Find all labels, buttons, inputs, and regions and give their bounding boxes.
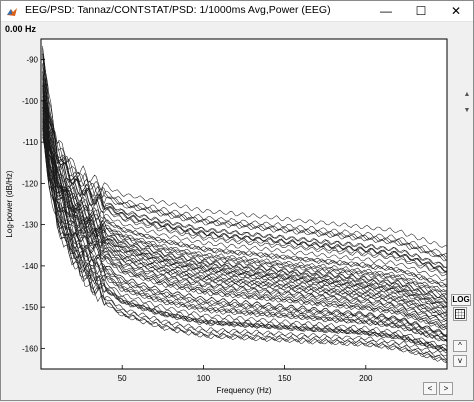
y-tick-label: -160	[22, 344, 39, 353]
amplitude-down-button[interactable]: v	[453, 355, 467, 367]
scroll-left-button[interactable]: <	[423, 382, 437, 395]
y-tick-label: -150	[22, 303, 39, 312]
y-tick-label: -140	[22, 262, 39, 271]
x-tick-label: 100	[197, 374, 211, 383]
y-axis-label: Log-power (dB/Hz)	[5, 170, 14, 237]
x-tick-label: 150	[278, 374, 292, 383]
y-tick-label: -120	[22, 179, 39, 188]
psd-window: EEG/PSD: Tannaz/CONTSTAT/PSD: 1/1000ms A…	[0, 0, 474, 401]
y-tick-label: -130	[22, 221, 39, 230]
scroll-right-button[interactable]: >	[439, 382, 453, 395]
psd-plot: 50 100 150 200 -90 -100 -110 -120 -130 -140 -150 -1…	[5, 38, 448, 395]
grid-toggle-button[interactable]	[453, 307, 467, 321]
x-tick-label: 200	[359, 374, 373, 383]
y-tick-label: -100	[22, 97, 39, 106]
x-tick-label: 50	[118, 374, 127, 383]
scroll-down-arrow-icon[interactable]: ▼	[463, 107, 471, 115]
amplitude-up-button[interactable]: ^	[453, 340, 467, 352]
x-axis-label: Frequency (Hz)	[216, 386, 271, 395]
y-tick-label: -110	[23, 138, 39, 147]
scroll-up-arrow-icon[interactable]: ▲	[463, 91, 471, 99]
log-toggle-button[interactable]: LOG	[451, 294, 471, 306]
grid-icon	[455, 309, 465, 319]
y-tick-label: -90	[26, 56, 38, 65]
